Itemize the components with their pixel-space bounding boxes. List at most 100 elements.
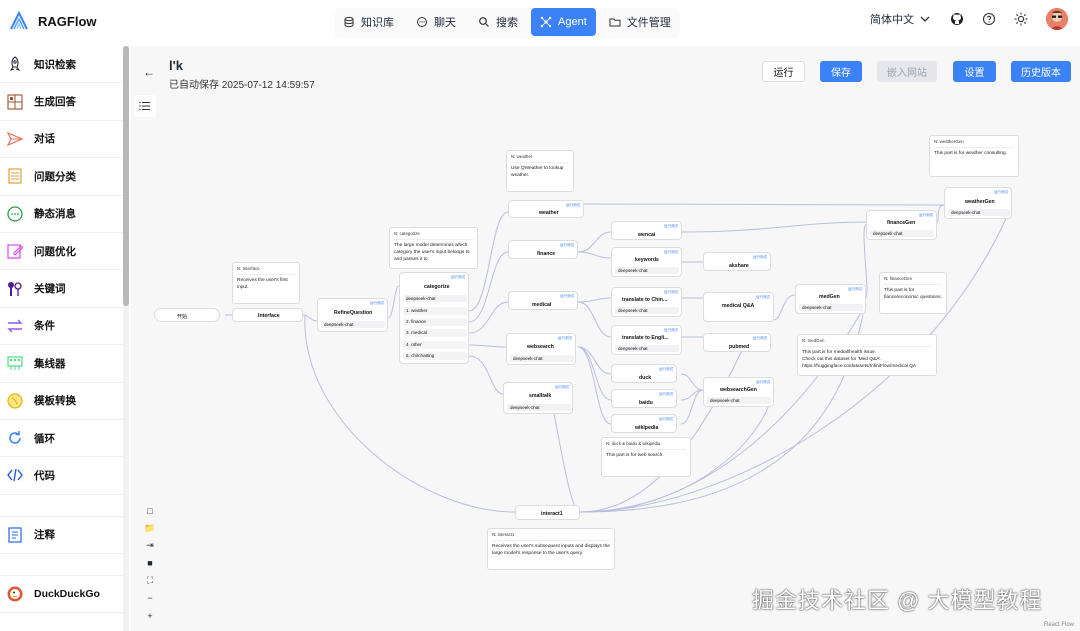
run-test-link[interactable]: 运行测试 — [560, 294, 574, 299]
import-icon[interactable]: ⇥ — [139, 537, 161, 555]
note-text: This part is for weather consulting. — [934, 151, 1008, 157]
llm-tag: deepseek-chat — [615, 345, 679, 352]
node-title: wencai — [638, 232, 656, 238]
financegen-note[interactable]: N: financeGen This part is for fiance/ec… — [879, 272, 947, 314]
node-title: RefineQuestion — [334, 310, 373, 316]
pubmed-node[interactable]: 运行测试 pubmed — [703, 333, 771, 352]
begin-node[interactable]: 开始 — [154, 308, 220, 322]
category-item: 1. weather — [403, 307, 467, 315]
run-test-link[interactable]: 运行测试 — [659, 367, 673, 372]
react-flow-attribution[interactable]: React Flow — [1044, 622, 1074, 628]
node-title: translate to Chin... — [622, 297, 668, 303]
note-text: Receives the user's subsequent inputs an… — [492, 544, 610, 557]
note-heading: N: interact1 — [492, 532, 610, 542]
medical-node[interactable]: 运行测试 medical — [508, 291, 578, 310]
fit-view-icon[interactable]: ⛶ — [139, 572, 161, 590]
zoom-out-icon[interactable]: − — [139, 590, 161, 608]
medical-qa-node[interactable]: 运行测试 medical Q&A — [703, 292, 774, 322]
category-item: 3. medical — [403, 329, 467, 337]
weathergen-node[interactable]: 运行测试 weatherGen deepseek-chat — [944, 187, 1012, 219]
node-title: duck — [639, 375, 652, 381]
note-heading: N: weather — [511, 154, 569, 164]
run-test-link[interactable]: 运行测试 — [560, 243, 574, 248]
translate-to-english-node[interactable]: 运行测试 translate to Engli... deepseek-chat — [611, 325, 682, 355]
keywords-node[interactable]: 运行测试 keywords deepseek-chat — [611, 247, 682, 277]
llm-tag: deepseek-chat — [403, 295, 467, 302]
weather-node[interactable]: 运行测试 weather — [508, 200, 584, 218]
websearch-node[interactable]: 运行测试 websearch deepseek-chat — [506, 333, 576, 365]
node-title: medical — [532, 302, 552, 308]
begin-label: 开始 — [177, 314, 188, 320]
note-text: The large model determines which categor… — [394, 243, 470, 263]
run-test-link[interactable]: 运行测试 — [566, 203, 580, 208]
node-title: weatherGen — [965, 199, 995, 205]
run-test-link[interactable]: 运行测试 — [555, 385, 569, 390]
medgen-note[interactable]: N: medGen This part is for medial/health… — [797, 334, 937, 376]
category-item: 2. finance — [403, 318, 467, 326]
note-text: Receives the user's first input. — [237, 278, 288, 291]
run-test-link[interactable]: 运行测试 — [848, 287, 862, 292]
node-title: financeGen — [887, 220, 916, 226]
note-heading: N: Interface — [237, 266, 295, 276]
llm-tag: deepseek-chat — [870, 230, 934, 237]
watermark: 掘金技术社区 @ 大模型教程 — [752, 588, 1043, 613]
run-test-link[interactable]: 运行测试 — [451, 275, 465, 280]
run-test-link[interactable]: 运行测试 — [558, 336, 572, 341]
categorize-note[interactable]: N: categorize The large model determines… — [389, 227, 478, 269]
run-test-link[interactable]: 运行测试 — [659, 392, 673, 397]
node-title: Interface — [258, 313, 280, 319]
note-heading: N: weatherGen — [934, 139, 1014, 149]
run-test-link[interactable]: 运行测试 — [664, 290, 678, 295]
smalltalk-node[interactable]: 运行测试 smalltalk deepseek-chat — [503, 382, 573, 414]
baidu-node[interactable]: 运行测试 baidu — [611, 389, 677, 408]
run-test-link[interactable]: 运行测试 — [994, 190, 1008, 195]
node-title: smalltalk — [529, 393, 552, 399]
node-title: weather — [539, 210, 559, 216]
node-title: keywords — [635, 257, 659, 263]
node-title: baidu — [639, 400, 653, 406]
run-test-link[interactable]: 运行测试 — [753, 336, 767, 341]
folder-open-icon[interactable]: 📁 — [139, 520, 161, 538]
run-test-link[interactable]: 运行测试 — [370, 301, 384, 306]
finance-node[interactable]: 运行测试 finance — [508, 240, 578, 259]
run-test-link[interactable]: 运行测试 — [664, 224, 678, 229]
run-test-link[interactable]: 运行测试 — [659, 417, 673, 422]
financegen-node[interactable]: 运行测试 financeGen deepseek-chat — [866, 210, 937, 240]
wencai-node[interactable]: 运行测试 wencai — [611, 221, 682, 240]
llm-tag: deepseek-chat — [510, 355, 574, 362]
note-heading: N: medGen — [802, 338, 932, 348]
run-test-link[interactable]: 运行测试 — [756, 380, 770, 385]
weathergen-note[interactable]: N: weatherGen This part is for weather c… — [929, 135, 1019, 177]
node-title: medGen — [819, 294, 840, 300]
categorize-node[interactable]: 运行测试 categorize deepseek-chat 1. weather… — [399, 272, 469, 364]
websearch-note[interactable]: N: duck & baidu & wikipedia This part is… — [601, 437, 691, 477]
minimap-toggle-icon[interactable]: □ — [139, 502, 161, 520]
wikipedia-node[interactable]: 运行测试 wikipedia — [611, 414, 677, 433]
websearchgen-node[interactable]: 运行测试 websearchGen deepseek-chat — [703, 377, 774, 407]
run-test-link[interactable]: 运行测试 — [919, 213, 933, 218]
run-test-link[interactable]: 运行测试 — [753, 255, 767, 260]
refine-question-node[interactable]: 运行测试 RefineQuestion deepseek-chat — [317, 298, 388, 332]
zoom-in-icon[interactable]: + — [139, 607, 161, 625]
note-text: https://huggingface.co/datasets/InfiniFl… — [802, 364, 917, 370]
node-title: finance — [537, 251, 556, 257]
category-item: 4. other — [403, 341, 467, 349]
interact-node[interactable]: interact1 — [515, 505, 580, 520]
interface-note[interactable]: N: Interface Receives the user's first i… — [232, 262, 300, 304]
node-title: medical Q&A — [722, 303, 755, 309]
run-test-link[interactable]: 运行测试 — [664, 328, 678, 333]
run-test-link[interactable]: 运行测试 — [664, 250, 678, 255]
llm-tag: deepseek-chat — [707, 397, 771, 404]
interface-node[interactable]: Interface — [232, 308, 303, 322]
interact-note[interactable]: N: interact1 Receives the user's subsequ… — [487, 528, 615, 570]
node-title: categorize — [424, 284, 450, 290]
medgen-node[interactable]: 运行测试 medGen deepseek-chat — [795, 284, 866, 314]
duck-node[interactable]: 运行测试 duck — [611, 364, 677, 383]
node-title: akshare — [729, 263, 749, 269]
akshare-node[interactable]: 运行测试 akshare — [703, 252, 771, 271]
weather-note[interactable]: N: weather Use QWeather to lookup weathe… — [506, 150, 574, 192]
translate-to-chinese-node[interactable]: 运行测试 translate to Chin... deepseek-chat — [611, 287, 682, 317]
note-heading: N: financeGen — [884, 276, 942, 286]
lock-icon[interactable]: ■ — [139, 555, 161, 573]
run-test-link[interactable]: 运行测试 — [756, 295, 770, 300]
